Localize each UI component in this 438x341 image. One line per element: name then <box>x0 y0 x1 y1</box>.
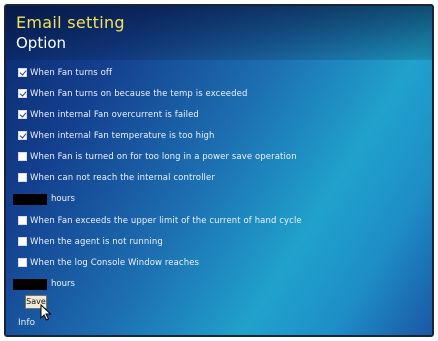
interval-row-1: hours <box>13 188 302 210</box>
checkbox[interactable] <box>18 237 27 246</box>
option-current-limit[interactable]: When Fan exceeds the upper limit of the … <box>18 210 302 231</box>
option-label: When Fan exceeds the upper limit of the … <box>30 215 302 226</box>
option-log-console[interactable]: When the log Console Window reaches <box>18 252 302 273</box>
option-label: When Fan turns on because the temp is ex… <box>30 88 248 99</box>
option-fan-temp-high[interactable]: When internal Fan temperature is too hig… <box>18 125 302 146</box>
mouse-pointer-icon <box>40 304 52 321</box>
option-fan-on-too-long[interactable]: When Fan is turned on for too long in a … <box>18 146 302 167</box>
interval-row-2: hours <box>13 273 302 295</box>
checkbox[interactable] <box>18 173 27 182</box>
hours-input-2[interactable] <box>13 278 47 290</box>
section-title: Option <box>16 34 67 52</box>
status-text: Info <box>18 318 36 328</box>
checkbox[interactable] <box>18 216 27 225</box>
checkbox[interactable] <box>18 131 27 140</box>
option-label: When internal Fan overcurrent is failed <box>30 109 199 120</box>
option-agent-not-running[interactable]: When the agent is not running <box>18 231 302 252</box>
option-fan-on-temp[interactable]: When Fan turns on because the temp is ex… <box>18 83 302 104</box>
checkbox[interactable] <box>18 258 27 267</box>
window-title: Email setting <box>16 13 125 32</box>
email-settings-window: Email setting Option When Fan turns off … <box>4 4 434 337</box>
checkbox[interactable] <box>18 152 27 161</box>
option-label: When the log Console Window reaches <box>30 257 200 268</box>
option-label: When can not reach the internal controll… <box>30 172 215 183</box>
option-label: When internal Fan temperature is too hig… <box>30 130 215 141</box>
option-label: When Fan is turned on for too long in a … <box>30 151 297 162</box>
hours-unit-label: hours <box>51 279 75 289</box>
option-fan-off[interactable]: When Fan turns off <box>18 62 302 83</box>
option-fan-overcurrent[interactable]: When internal Fan overcurrent is failed <box>18 104 302 125</box>
checkbox[interactable] <box>18 68 27 77</box>
checkbox[interactable] <box>18 89 27 98</box>
hours-input-1[interactable] <box>13 193 47 205</box>
hours-unit-label: hours <box>51 194 75 204</box>
checkbox[interactable] <box>18 110 27 119</box>
option-label: When the agent is not running <box>30 236 163 247</box>
option-label: When Fan turns off <box>30 67 113 78</box>
options-list: When Fan turns off When Fan turns on bec… <box>13 62 302 295</box>
option-controller-unreachable[interactable]: When can not reach the internal controll… <box>18 167 302 188</box>
